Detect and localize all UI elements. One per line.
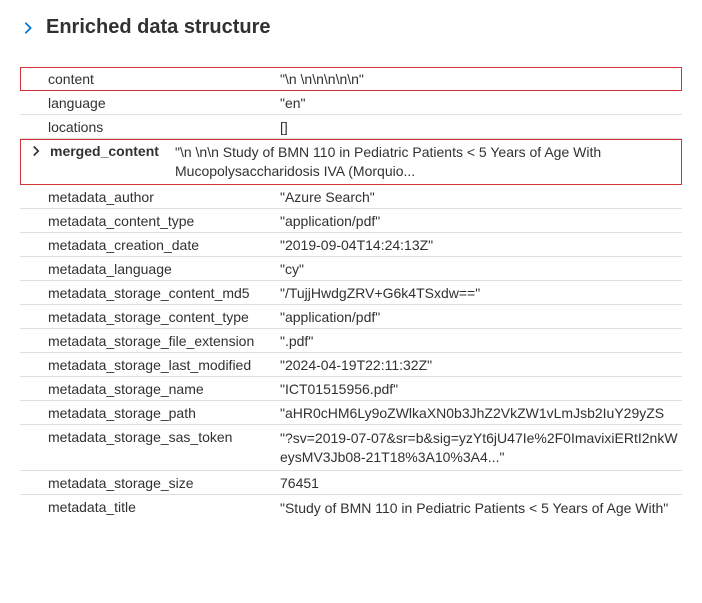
field-row-language[interactable]: language "en" (20, 91, 682, 115)
field-row[interactable]: metadata_storage_content_md5 "/TujjHwdgZ… (20, 281, 682, 305)
field-key: content (20, 71, 280, 87)
field-key: metadata_storage_sas_token (20, 429, 280, 445)
field-key: merged_content (20, 143, 175, 159)
field-row[interactable]: metadata_storage_content_type "applicati… (20, 305, 682, 329)
field-value: "application/pdf" (280, 213, 682, 229)
field-row-locations[interactable]: locations [] (20, 115, 682, 139)
field-row[interactable]: metadata_creation_date "2019-09-04T14:24… (20, 233, 682, 257)
field-value: "2024-04-19T22:11:32Z" (280, 357, 682, 373)
field-key: metadata_storage_path (20, 405, 280, 421)
field-key: metadata_storage_content_md5 (20, 285, 280, 301)
chevron-right-icon[interactable] (28, 143, 44, 159)
section-title: Enriched data structure (46, 16, 271, 39)
field-value: "ICT01515956.pdf" (280, 381, 682, 397)
field-value: "?sv=2019-07-07&sr=b&sig=yzYt6jU47Ie%2F0… (280, 429, 682, 467)
field-row[interactable]: metadata_storage_sas_token "?sv=2019-07-… (20, 425, 682, 471)
chevron-right-icon (20, 20, 36, 36)
field-key: metadata_language (20, 261, 280, 277)
field-value: "/TujjHwdgZRV+G6k4TSxdw==" (280, 285, 682, 301)
field-key: locations (20, 119, 280, 135)
field-key: metadata_storage_file_extension (20, 333, 280, 349)
field-value: ".pdf" (280, 333, 682, 349)
field-value: "2019-09-04T14:24:13Z" (280, 237, 682, 253)
field-row-merged-content[interactable]: merged_content "\n \n\n Study of BMN 110… (20, 139, 682, 185)
field-key: metadata_title (20, 499, 280, 515)
field-row-content[interactable]: content "\n \n\n\n\n\n" (20, 67, 682, 91)
field-row[interactable]: metadata_language "cy" (20, 257, 682, 281)
field-key: metadata_storage_name (20, 381, 280, 397)
field-value: "application/pdf" (280, 309, 682, 325)
field-row[interactable]: metadata_storage_last_modified "2024-04-… (20, 353, 682, 377)
field-row[interactable]: metadata_storage_name "ICT01515956.pdf" (20, 377, 682, 401)
field-value: "\n \n\n\n\n\n" (280, 71, 682, 87)
field-value: [] (280, 119, 682, 135)
field-value: "en" (280, 95, 682, 111)
field-key: metadata_author (20, 189, 280, 205)
field-key-label: merged_content (50, 143, 159, 159)
field-key: language (20, 95, 280, 111)
data-structure-list: content "\n \n\n\n\n\n" language "en" lo… (20, 67, 682, 520)
field-value: "cy" (280, 261, 682, 277)
field-key: metadata_storage_content_type (20, 309, 280, 325)
field-key: metadata_creation_date (20, 237, 280, 253)
field-key: metadata_storage_last_modified (20, 357, 280, 373)
field-value: 76451 (280, 475, 682, 491)
field-row[interactable]: metadata_storage_size 76451 (20, 471, 682, 495)
field-row[interactable]: metadata_author "Azure Search" (20, 185, 682, 209)
field-value: "\n \n\n Study of BMN 110 in Pediatric P… (175, 143, 682, 181)
field-row[interactable]: metadata_storage_file_extension ".pdf" (20, 329, 682, 353)
field-row[interactable]: metadata_title "Study of BMN 110 in Pedi… (20, 495, 682, 521)
field-key: metadata_content_type (20, 213, 280, 229)
field-value: "Azure Search" (280, 189, 682, 205)
field-row[interactable]: metadata_content_type "application/pdf" (20, 209, 682, 233)
field-key: metadata_storage_size (20, 475, 280, 491)
field-value: "aHR0cHM6Ly9oZWlkaXN0b3JhZ2VkZW1vLmJsb2I… (280, 405, 682, 421)
field-row[interactable]: metadata_storage_path "aHR0cHM6Ly9oZWlka… (20, 401, 682, 425)
field-value: "Study of BMN 110 in Pediatric Patients … (280, 499, 682, 518)
section-header[interactable]: Enriched data structure (20, 16, 682, 39)
